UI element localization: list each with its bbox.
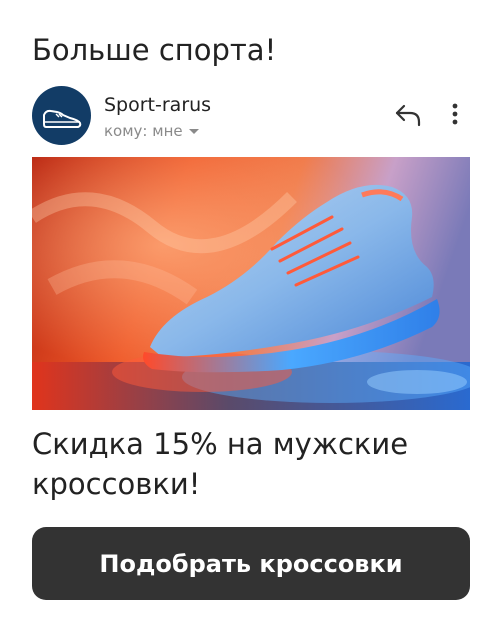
sender-name[interactable]: Sport-rarus <box>104 92 211 118</box>
email-subject: Больше спорта! <box>32 33 277 67</box>
reply-icon <box>395 104 421 127</box>
recipient-dropdown[interactable]: кому: мне <box>104 120 199 142</box>
sneaker-icon <box>43 109 82 128</box>
sneaker-photo <box>32 157 470 410</box>
recipient-label: кому: мне <box>104 122 183 140</box>
hero-image <box>32 157 470 410</box>
more-vertical-icon <box>452 103 458 125</box>
choose-sneakers-button[interactable]: Подобрать кроссовки <box>32 527 470 600</box>
reply-button[interactable] <box>392 98 424 130</box>
more-options-button[interactable] <box>444 98 466 130</box>
chevron-down-icon <box>188 128 199 134</box>
offer-text: Скидка 15% на мужские кроссовки! <box>32 427 409 501</box>
sender-avatar[interactable] <box>32 86 91 145</box>
